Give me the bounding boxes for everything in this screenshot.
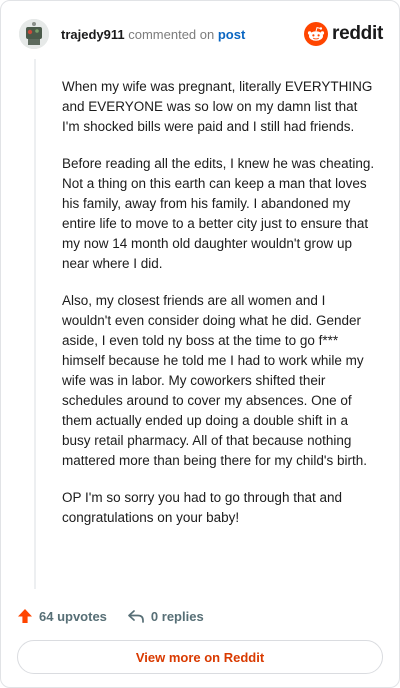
upvote-count: 64 upvotes: [39, 608, 107, 624]
action-text: commented on: [128, 27, 215, 42]
thread-line: [34, 59, 36, 589]
comment-paragraph: Before reading all the edits, I knew he …: [62, 156, 375, 271]
reply-count: 0 replies: [150, 608, 204, 624]
comment-header: trajedy911 commented on post reddit: [19, 19, 383, 49]
comment-meta: trajedy911 commented on post: [61, 27, 245, 43]
comment-card: trajedy911 commented on post reddit When…: [0, 0, 400, 688]
brand-wordmark: reddit: [332, 23, 383, 44]
username[interactable]: trajedy911: [61, 27, 125, 42]
post-link[interactable]: post: [218, 27, 245, 42]
comment-body: When my wife was pregnant, literally EVE…: [62, 77, 376, 545]
avatar[interactable]: [19, 19, 49, 49]
view-more-button[interactable]: View more on Reddit: [17, 640, 383, 674]
comment-paragraph: Also, my closest friends are all women a…: [62, 293, 367, 468]
comment-footer: 64 upvotes 0 replies: [17, 606, 224, 626]
upvote-arrow-icon: [17, 608, 33, 624]
reply-icon: [127, 608, 145, 624]
comment-paragraph: When my wife was pregnant, literally EVE…: [62, 79, 373, 134]
reddit-brand[interactable]: reddit: [304, 21, 383, 47]
upvote-button[interactable]: 64 upvotes: [17, 608, 107, 624]
reddit-logo-icon: [304, 22, 329, 46]
reply-button[interactable]: 0 replies: [127, 608, 204, 624]
comment-paragraph: OP I'm so sorry you had to go through th…: [62, 490, 342, 525]
